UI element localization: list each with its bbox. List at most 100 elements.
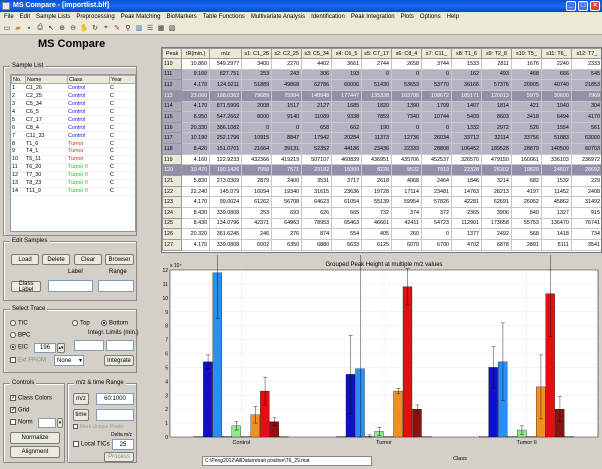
sample-row[interactable]: 6 C8_4 Control C xyxy=(11,123,135,133)
eic-spinner[interactable]: ▴▾ xyxy=(57,343,65,353)
integrate-button[interactable]: Integrate xyxy=(104,355,134,366)
mz-button[interactable]: m/z xyxy=(73,393,89,405)
sample-row[interactable]: 5 C7_17 Control C xyxy=(11,115,135,125)
browser-button[interactable]: Browser xyxy=(105,254,134,265)
table-row[interactable]: 122 22.240 145.079 16094 19340 31615 23636 1972… xyxy=(162,185,601,198)
top-radio[interactable]: Top xyxy=(72,320,90,327)
zoom-in-icon[interactable]: ⊕ xyxy=(57,23,67,33)
sample-row[interactable]: 9 T4_1 Tumor C xyxy=(11,147,135,156)
arrow-select-icon[interactable]: ↖ xyxy=(46,23,56,33)
limit-to-input[interactable] xyxy=(106,340,134,351)
table-col-header[interactable]: s10: T5_ xyxy=(510,48,542,59)
table-row[interactable]: 117 10.190 252.1796 10915 8847 17942 20284 1137… xyxy=(162,132,601,145)
bar[interactable] xyxy=(393,390,403,438)
table-col-header[interactable]: s9: T2_8 xyxy=(480,48,512,59)
table-row[interactable]: 124 8.430 339.0808 253 693 626 665 732 374 372 236… xyxy=(162,206,601,219)
bar[interactable] xyxy=(250,414,260,438)
bar[interactable] xyxy=(231,425,241,438)
menu-item-table-functions[interactable]: Table Functions xyxy=(203,14,245,20)
grid-checkbox[interactable]: ✓ Grid xyxy=(10,407,29,414)
table-col-header[interactable]: s1: C1_26 xyxy=(241,48,273,59)
bar[interactable] xyxy=(526,436,536,438)
table-row[interactable]: 123 4.170 99.0024 61262 56708 64623 61054 55139… xyxy=(162,196,601,208)
eic-mz-input[interactable]: 196 xyxy=(34,343,56,353)
table-row[interactable]: 110 10.860 549.2977 3400 2270 4402 3661 2744 265… xyxy=(162,58,601,70)
bar[interactable] xyxy=(336,436,346,438)
table-col-header[interactable]: s5: C7_17 xyxy=(361,48,393,59)
menu-item-peak-integration[interactable]: Peak Integration xyxy=(351,14,395,20)
bar[interactable] xyxy=(203,361,213,438)
peak-data-table[interactable]: Peak tR(min.) m/z s1: C1_26 s2: C2_25 s3: C5_… xyxy=(161,47,602,253)
grouped-peak-chart[interactable]: 0123456789101112 Control Tumor Tumor II Gr… xyxy=(140,255,602,469)
sample-list-table[interactable]: No. Name Class Year 1 C1_26 Control C 2 C2_25… xyxy=(10,74,136,232)
new-file-icon[interactable]: ▭ xyxy=(2,23,12,33)
bar[interactable] xyxy=(374,431,384,438)
menu-item-edit[interactable]: Edit xyxy=(20,14,30,20)
col-header-name[interactable]: Name xyxy=(25,75,68,84)
bar[interactable] xyxy=(222,436,232,438)
bar[interactable] xyxy=(564,436,574,438)
local-tics-checkbox[interactable]: Local TICs xyxy=(73,441,110,448)
clear-button[interactable]: Clear xyxy=(74,254,102,265)
bar[interactable] xyxy=(383,436,394,438)
bar[interactable] xyxy=(498,361,508,438)
bar[interactable] xyxy=(555,409,565,438)
table-col-header[interactable]: Peak xyxy=(162,48,183,59)
sample-row[interactable]: 7 C11_33 Control C xyxy=(11,131,135,141)
sample-row[interactable]: 11 T6_20 Tumor II C xyxy=(11,163,135,172)
sample-row[interactable]: 12 T7_30 Tumor II C xyxy=(11,171,135,180)
bottom-radio[interactable]: Bottom xyxy=(101,320,128,327)
table-col-header[interactable]: s2: C2_25 xyxy=(271,48,303,59)
table-col-header[interactable]: s4: C6_5 xyxy=(331,48,363,59)
eic-radio[interactable]: EIC xyxy=(10,344,28,351)
integration-method-select[interactable]: None ▾ xyxy=(54,355,84,366)
menu-item-plots[interactable]: Plots xyxy=(401,14,414,20)
pan-hand-icon[interactable]: ✋ xyxy=(79,23,89,33)
col-header-no[interactable]: No. xyxy=(11,75,26,84)
colorbar-icon[interactable]: ▥ xyxy=(134,23,144,33)
menu-item-multivariate-analysis[interactable]: Multivariate Analysis xyxy=(251,14,305,20)
table-row[interactable]: 119 4.160 122.9233 432366 419219 507107 460839… xyxy=(162,153,601,166)
table-col-header[interactable]: m/z xyxy=(209,48,243,59)
bar[interactable] xyxy=(545,293,555,438)
table-row[interactable]: 114 4.170 871.5906 2008 1517 2127 1685 1820 1390… xyxy=(162,100,601,113)
bar[interactable] xyxy=(355,368,365,438)
norm-checkbox[interactable]: Norm xyxy=(10,419,33,426)
table-row[interactable]: 127 4.170 339.0808 6002 6350 6880 6633 6125 6070… xyxy=(162,238,601,251)
table-col-header[interactable]: s11: T6_ xyxy=(540,48,572,59)
close-button[interactable]: × xyxy=(590,1,600,11)
sample-row[interactable]: 13 T8_23 Tumor II C xyxy=(11,179,135,188)
menu-item-biomarkers[interactable]: BioMarkers xyxy=(166,14,196,20)
table-row[interactable]: 120 10.470 190.1426 7958 7571 23182 15309 8228 9… xyxy=(162,164,601,177)
bar[interactable] xyxy=(241,436,251,438)
save-icon[interactable]: ▪ xyxy=(24,23,34,33)
table-col-header[interactable]: s7: C11_ xyxy=(421,48,452,59)
menu-item-help[interactable]: Help xyxy=(447,14,459,20)
table-col-header[interactable]: s8: T1_6 xyxy=(450,48,482,59)
delta-mz-input[interactable]: 25 xyxy=(112,439,134,450)
bar[interactable] xyxy=(517,429,527,438)
alignment-button[interactable]: Alignment xyxy=(10,446,60,458)
bar[interactable] xyxy=(260,390,270,438)
bar[interactable] xyxy=(421,436,432,438)
ext-from-checkbox[interactable]: Ext.FROM xyxy=(10,357,46,364)
menu-item-options[interactable]: Options xyxy=(420,14,441,20)
bar[interactable] xyxy=(402,286,413,438)
time-range-input[interactable] xyxy=(96,409,134,421)
legend-icon[interactable]: ☰ xyxy=(145,23,155,33)
menu-item-identification[interactable]: Identification xyxy=(311,14,345,20)
limit-from-input[interactable] xyxy=(74,340,104,351)
print-icon[interactable]: ⎙ xyxy=(35,23,45,33)
col-header-class[interactable]: Class xyxy=(67,75,110,84)
mz-range-input[interactable]: 60:1000 xyxy=(96,393,134,405)
menu-item-peak-matching[interactable]: Peak Matching xyxy=(121,14,161,20)
menu-item-file[interactable]: File xyxy=(4,14,14,20)
table-row[interactable]: 126 20.320 361.6245 246 276 874 554 405 260 0 1377… xyxy=(162,228,601,240)
delete-button[interactable]: Delete xyxy=(42,254,70,265)
class-label-button[interactable]: Class Label xyxy=(11,281,41,293)
class-colors-checkbox[interactable]: ✓ Class Colors xyxy=(10,395,52,402)
table-row[interactable]: 118 8.420 151.0701 21664 39131 52352 44186 2343… xyxy=(162,143,601,155)
table-row[interactable]: 112 4.170 124.9211 51889 49868 62786 60006 5143… xyxy=(162,79,601,91)
table-row[interactable]: 125 8.430 134.0796 42371 64963 78953 65463 4666… xyxy=(162,217,601,230)
link-icon[interactable]: ⚲ xyxy=(123,23,133,33)
